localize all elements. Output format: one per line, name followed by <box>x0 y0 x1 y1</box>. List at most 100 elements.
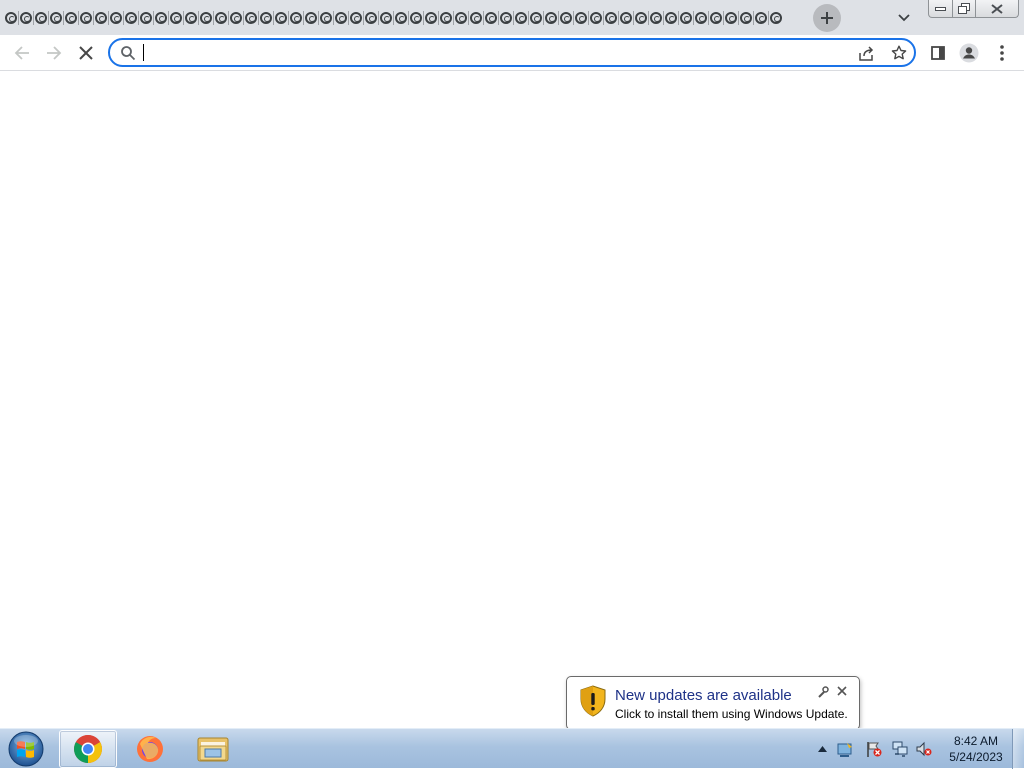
browser-tab[interactable] <box>48 7 63 29</box>
browser-tab[interactable] <box>693 7 708 29</box>
flag-error-icon <box>867 742 882 757</box>
show-hidden-icons-button[interactable] <box>814 741 830 757</box>
browser-tab[interactable] <box>498 7 513 29</box>
browser-tab[interactable] <box>138 7 153 29</box>
windows-update-tray-icon[interactable] <box>837 741 853 757</box>
browser-tab[interactable] <box>363 7 378 29</box>
browser-tab[interactable] <box>333 7 348 29</box>
loading-spinner-icon <box>154 12 167 24</box>
browser-tab[interactable] <box>408 7 423 29</box>
browser-tab[interactable] <box>573 7 588 29</box>
options-icon[interactable] <box>817 686 829 698</box>
browser-tab[interactable] <box>708 7 723 29</box>
address-bar[interactable] <box>108 38 916 67</box>
browser-tab[interactable] <box>663 7 678 29</box>
update-notification[interactable]: New updates are available Click to insta… <box>566 676 860 745</box>
browser-tab[interactable] <box>768 7 783 29</box>
browser-tab[interactable] <box>3 7 18 29</box>
loading-spinner-icon <box>379 12 392 24</box>
action-center-tray-icon[interactable] <box>866 741 882 757</box>
browser-tab[interactable] <box>753 7 768 29</box>
browser-tab[interactable] <box>483 7 498 29</box>
loading-spinner-icon <box>364 12 377 24</box>
profile-button[interactable] <box>955 39 983 67</box>
taskbar-firefox[interactable] <box>121 730 179 768</box>
page-content[interactable] <box>0 72 1024 728</box>
new-tab-button[interactable] <box>813 4 841 32</box>
browser-tab[interactable] <box>678 7 693 29</box>
browser-tab[interactable] <box>633 7 648 29</box>
show-desktop-button[interactable] <box>1012 729 1024 769</box>
loading-spinner-icon <box>559 12 572 24</box>
network-tray-icon[interactable] <box>892 741 908 757</box>
shield-warning-icon <box>580 685 606 717</box>
browser-tab[interactable] <box>723 7 738 29</box>
browser-tab[interactable] <box>378 7 393 29</box>
loading-spinner-icon <box>319 12 332 24</box>
browser-tab[interactable] <box>543 7 558 29</box>
notification-text: Click to install them using Windows Upda… <box>615 707 848 721</box>
browser-tab[interactable] <box>183 7 198 29</box>
browser-tab[interactable] <box>558 7 573 29</box>
browser-tab[interactable] <box>648 7 663 29</box>
loading-spinner-icon <box>769 12 782 24</box>
browser-tab[interactable] <box>93 7 108 29</box>
forward-button[interactable] <box>40 39 68 67</box>
browser-tab[interactable] <box>78 7 93 29</box>
share-button[interactable] <box>856 43 878 63</box>
browser-tab[interactable] <box>303 7 318 29</box>
chevron-down-icon <box>898 14 910 22</box>
browser-tab[interactable] <box>738 7 753 29</box>
stop-loading-button[interactable] <box>72 39 100 67</box>
menu-button[interactable] <box>988 39 1016 67</box>
tab-search-button[interactable] <box>893 7 915 29</box>
browser-tab[interactable] <box>33 7 48 29</box>
browser-tab[interactable] <box>168 7 183 29</box>
window-close-button[interactable] <box>975 0 1019 18</box>
browser-tab[interactable] <box>618 7 633 29</box>
browser-tab[interactable] <box>273 7 288 29</box>
side-panel-button[interactable] <box>924 39 952 67</box>
address-input[interactable] <box>142 43 842 63</box>
browser-tab[interactable] <box>213 7 228 29</box>
browser-tab[interactable] <box>288 7 303 29</box>
browser-tab[interactable] <box>393 7 408 29</box>
loading-spinner-icon <box>64 12 77 24</box>
browser-tab[interactable] <box>108 7 123 29</box>
loading-spinner-icon <box>649 12 662 24</box>
loading-spinner-icon <box>589 12 602 24</box>
browser-tab[interactable] <box>528 7 543 29</box>
browser-tab[interactable] <box>123 7 138 29</box>
taskbar-file-explorer[interactable] <box>184 730 242 768</box>
browser-tab[interactable] <box>348 7 363 29</box>
browser-tab[interactable] <box>513 7 528 29</box>
browser-tab[interactable] <box>153 7 168 29</box>
browser-tab[interactable] <box>468 7 483 29</box>
browser-tab[interactable] <box>63 7 78 29</box>
browser-tab[interactable] <box>603 7 618 29</box>
browser-tab[interactable] <box>258 7 273 29</box>
bookmark-button[interactable] <box>888 43 910 63</box>
browser-tab[interactable] <box>228 7 243 29</box>
start-button[interactable] <box>4 730 48 768</box>
loading-spinner-icon <box>4 12 17 24</box>
window-minimize-button[interactable] <box>928 0 953 18</box>
loading-spinner-icon <box>109 12 122 24</box>
taskbar-chrome[interactable] <box>59 730 117 768</box>
browser-tab[interactable] <box>18 7 33 29</box>
browser-tab[interactable] <box>588 7 603 29</box>
browser-tab[interactable] <box>453 7 468 29</box>
browser-tab[interactable] <box>438 7 453 29</box>
tab-strip <box>0 0 1024 35</box>
window-restore-button[interactable] <box>952 0 976 18</box>
close-notification-button[interactable] <box>835 685 849 699</box>
browser-tab[interactable] <box>198 7 213 29</box>
browser-tab[interactable] <box>423 7 438 29</box>
browser-tab[interactable] <box>243 7 258 29</box>
close-icon <box>837 686 847 696</box>
loading-spinner-icon <box>409 12 422 24</box>
volume-tray-icon[interactable] <box>916 741 932 757</box>
browser-tab[interactable] <box>318 7 333 29</box>
clock[interactable]: 8:42 AM 5/24/2023 <box>944 733 1008 765</box>
back-button[interactable] <box>8 39 36 67</box>
